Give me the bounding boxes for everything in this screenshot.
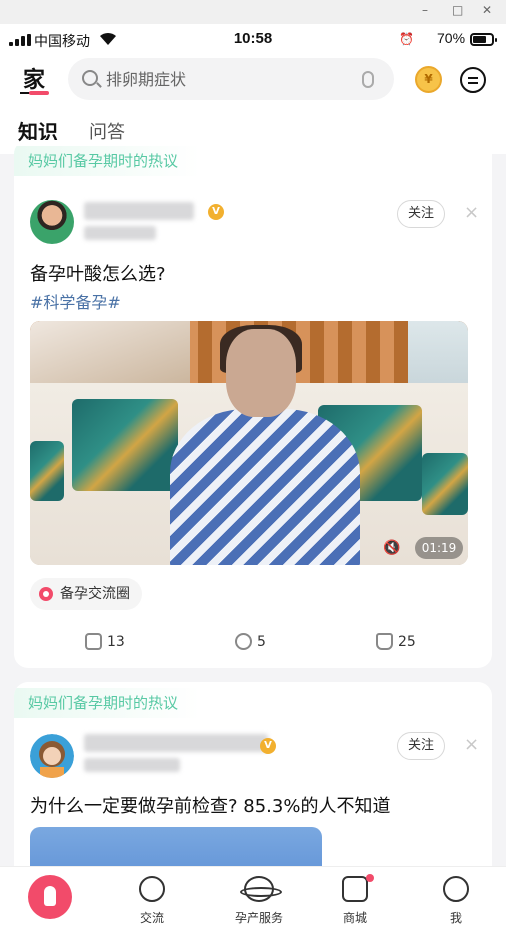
microphone-icon[interactable]: [362, 71, 374, 88]
post-title[interactable]: 为什么一定要做孕前检查? 85.3%的人不知道: [30, 792, 390, 818]
like-icon: [376, 633, 393, 650]
verified-badge-icon: V: [260, 738, 276, 754]
clock: 10:58: [233, 30, 273, 47]
circle-tag-chip[interactable]: 备孕交流圈: [30, 578, 142, 610]
nav-chat[interactable]: 交流: [112, 867, 192, 926]
author-meta-blurred: [84, 226, 156, 240]
close-icon[interactable]: ×: [464, 734, 479, 755]
nav-mall-label: 商城: [342, 911, 367, 925]
chat-face-icon: [139, 876, 165, 902]
search-icon: [82, 70, 98, 86]
window-titlebar: – □ ✕: [0, 0, 506, 24]
smile-face-icon: [443, 876, 469, 902]
close-window-button[interactable]: ✕: [482, 3, 492, 17]
post-title[interactable]: 备孕叶酸怎么选?: [30, 260, 166, 286]
coin-icon[interactable]: ¥: [415, 66, 442, 93]
battery-percent: 70%: [437, 30, 466, 46]
search-input[interactable]: [106, 58, 346, 100]
share-icon: [85, 633, 102, 650]
share-count: 13: [107, 634, 125, 650]
minimize-button[interactable]: –: [422, 3, 428, 17]
nav-pregnancy-service[interactable]: 孕产服务: [219, 867, 299, 926]
comment-count: 5: [257, 634, 266, 650]
video-player[interactable]: 🔇 01:19: [30, 321, 468, 565]
nav-service-label: 孕产服务: [234, 911, 283, 925]
author-meta-blurred: [84, 758, 180, 772]
shopping-bag-icon: [342, 876, 368, 902]
rocket-icon: [28, 875, 72, 919]
bottom-navigation: 交流 孕产服务 商城 我: [0, 866, 506, 926]
follow-button[interactable]: 关注: [397, 732, 445, 760]
alarm-icon: ⏰: [399, 32, 414, 46]
author-avatar[interactable]: [30, 200, 74, 244]
battery-icon: [470, 33, 497, 46]
nav-chat-label: 交流: [139, 911, 164, 925]
verified-badge-icon: V: [208, 204, 224, 220]
notification-dot: [366, 874, 374, 882]
author-avatar[interactable]: [30, 734, 74, 778]
video-duration: 01:19: [415, 537, 463, 559]
feed-card[interactable]: 妈妈们备孕期时的热议 V 关注 × 备孕叶酸怎么选? #科学备孕# 🔇 01:1…: [14, 140, 492, 668]
nav-me[interactable]: 我: [416, 867, 496, 926]
status-bar: 中国移动 10:58 ⏰ 70%: [0, 24, 506, 56]
nav-home[interactable]: [10, 867, 90, 926]
hot-topic-label[interactable]: 妈妈们备孕期时的热议: [14, 688, 201, 718]
search-bar[interactable]: [68, 58, 394, 100]
follow-button[interactable]: 关注: [397, 200, 445, 228]
author-name-blurred: [84, 734, 268, 752]
app-logo[interactable]: 家: [20, 66, 48, 94]
comment-icon: [235, 633, 252, 650]
nav-me-label: 我: [449, 911, 462, 925]
hashtag-link[interactable]: #科学备孕#: [30, 289, 121, 313]
video-thumbnail-person: [170, 325, 360, 565]
maximize-button[interactable]: □: [452, 3, 463, 17]
active-tab-indicator: [29, 91, 49, 95]
mute-icon[interactable]: 🔇: [383, 540, 400, 556]
message-icon[interactable]: [460, 67, 486, 93]
circle-icon: [39, 587, 53, 601]
hot-topic-label[interactable]: 妈妈们备孕期时的热议: [14, 146, 201, 176]
planet-icon: [240, 876, 282, 902]
close-icon[interactable]: ×: [464, 202, 479, 223]
feed-card[interactable]: 妈妈们备孕期时的热议 V 关注 × 为什么一定要做孕前检查? 85.3%的人不知…: [14, 682, 492, 882]
author-name-blurred: [84, 202, 194, 220]
like-count: 25: [398, 634, 416, 650]
circle-tag-label: 备孕交流圈: [60, 586, 130, 602]
nav-mall[interactable]: 商城: [315, 867, 395, 926]
